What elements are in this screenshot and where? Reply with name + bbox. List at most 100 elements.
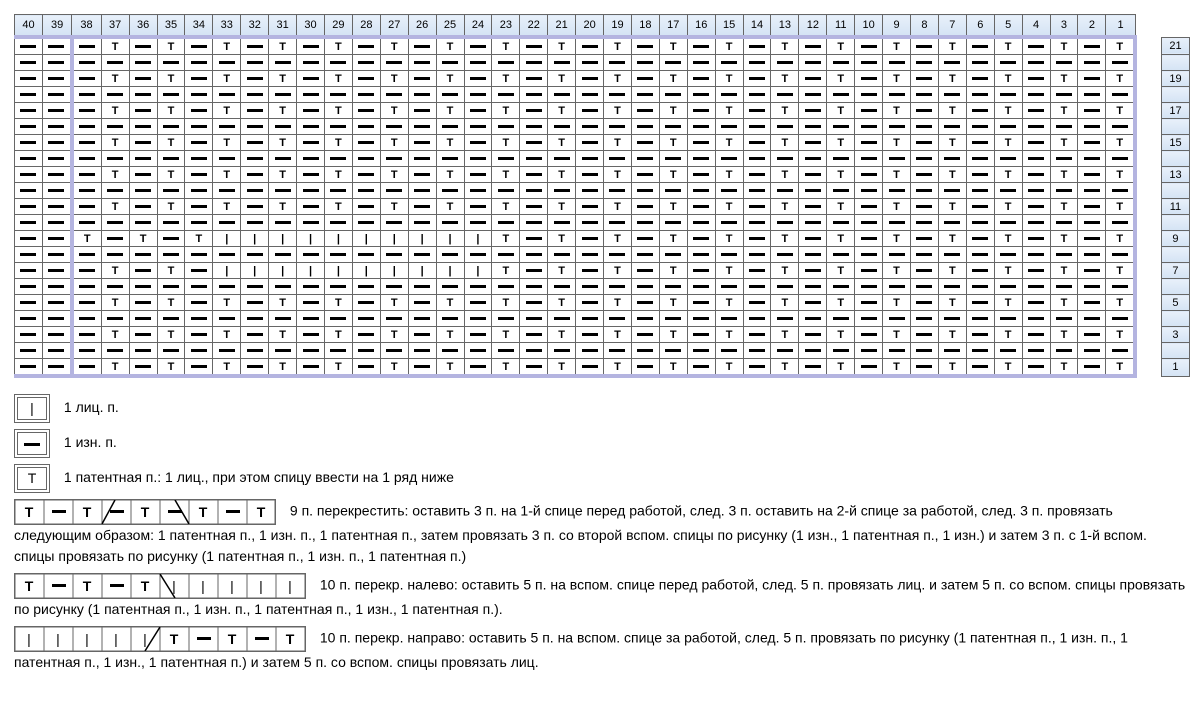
patent-icon: T (223, 137, 230, 149)
stitch-cell: T (548, 71, 576, 87)
stitch-cell (659, 343, 687, 359)
stitch-cell (883, 87, 911, 103)
purl-icon (470, 173, 486, 176)
stitch-cell: T (938, 71, 966, 87)
purl-icon (48, 237, 64, 240)
patent-icon: T (558, 297, 565, 309)
purl-icon (163, 349, 179, 352)
purl-icon (303, 77, 319, 80)
patent-icon: T (949, 201, 956, 213)
patent-icon: T (782, 233, 789, 245)
stitch-cell (631, 87, 659, 103)
purl-icon (916, 301, 932, 304)
purl-icon (498, 93, 514, 96)
purl-icon (135, 189, 151, 192)
stitch-cell (297, 167, 325, 183)
purl-icon (805, 301, 821, 304)
purl-icon (889, 253, 905, 256)
stitch-cell (911, 231, 939, 247)
stitch-cell (855, 247, 883, 263)
purl-icon (637, 205, 653, 208)
stitch-cell: T (380, 295, 408, 311)
stitch-cell (72, 71, 101, 87)
purl-icon (303, 301, 319, 304)
stitch-cell (687, 87, 715, 103)
stitch-cell: T (715, 103, 743, 119)
purl-icon (247, 125, 263, 128)
row-label (1161, 215, 1189, 231)
stitch-cell: T (101, 71, 129, 87)
patent-icon: T (140, 233, 147, 245)
stitch-cell: T (938, 135, 966, 151)
col-label: 37 (101, 15, 129, 38)
stitch-cell (42, 151, 71, 167)
col-label: 24 (464, 15, 492, 38)
purl-icon (1084, 141, 1100, 144)
row-label: 11 (1161, 199, 1189, 215)
stitch-cell (771, 183, 799, 199)
stitch-cell (241, 215, 269, 231)
stitch-cell: T (436, 199, 464, 215)
stitch-cell: T (1050, 231, 1078, 247)
stitch-cell (911, 263, 939, 279)
purl-icon (1028, 205, 1044, 208)
stitch-cell (604, 183, 632, 199)
stitch-cell (15, 215, 43, 231)
purl-icon (1084, 237, 1100, 240)
purl-icon (330, 285, 346, 288)
patent-icon: T (168, 329, 175, 341)
stitch-cell (352, 167, 380, 183)
purl-icon (358, 93, 374, 96)
svg-text:T: T (286, 631, 295, 647)
svg-text:|: | (230, 578, 234, 594)
stitch-cell (42, 37, 71, 55)
purl-icon (609, 189, 625, 192)
purl-icon (358, 205, 374, 208)
patent-icon: T (726, 297, 733, 309)
stitch-cell (548, 279, 576, 295)
stitch-cell: T (1106, 135, 1135, 151)
stitch-cell (966, 119, 994, 135)
knit-icon: | (225, 233, 228, 245)
stitch-cell (604, 119, 632, 135)
purl-icon (582, 333, 598, 336)
stitch-cell (520, 71, 548, 87)
stitch-cell: T (324, 103, 352, 119)
stitch-cell (938, 119, 966, 135)
stitch-cell (855, 215, 883, 231)
knit-icon: | (421, 265, 424, 277)
col-label: 8 (911, 15, 939, 38)
stitch-cell: T (659, 167, 687, 183)
patent-icon: T (670, 73, 677, 85)
patent-icon: T (893, 297, 900, 309)
patent-icon: T (949, 297, 956, 309)
purl-icon (833, 189, 849, 192)
stitch-cell (1022, 119, 1050, 135)
purl-icon (20, 269, 36, 272)
patent-icon: T (1116, 329, 1123, 341)
patent-icon: T (782, 169, 789, 181)
purl-icon (972, 317, 988, 320)
purl-icon (861, 317, 877, 320)
stitch-cell (631, 343, 659, 359)
patent-icon: T (670, 233, 677, 245)
purl-icon (442, 125, 458, 128)
stitch-cell: T (938, 359, 966, 377)
purl-icon (163, 253, 179, 256)
stitch-cell (855, 37, 883, 55)
purl-icon (972, 189, 988, 192)
stitch-cell (659, 279, 687, 295)
stitch-cell (1106, 55, 1135, 71)
stitch-cell: T (492, 199, 520, 215)
stitch-cell (72, 135, 101, 151)
stitch-cell: T (1106, 37, 1135, 55)
stitch-cell: T (883, 71, 911, 87)
patent-icon: T (223, 201, 230, 213)
stitch-cell (911, 311, 939, 327)
purl-icon (916, 157, 932, 160)
stitch-cell: T (548, 167, 576, 183)
stitch-cell (408, 247, 436, 263)
purl-icon (861, 253, 877, 256)
stitch-cell (352, 311, 380, 327)
purl-icon (916, 125, 932, 128)
